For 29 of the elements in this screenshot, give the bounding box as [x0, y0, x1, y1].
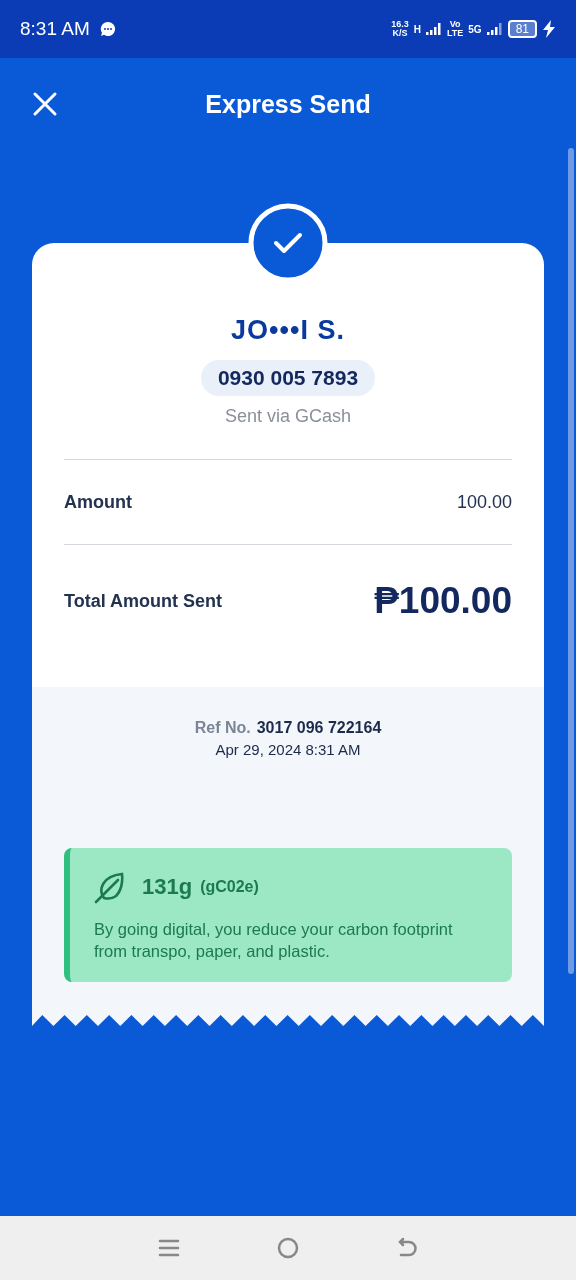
net-speed-unit: K/S — [392, 29, 408, 38]
scrollbar[interactable] — [568, 148, 574, 974]
chat-bubble-icon — [99, 21, 116, 37]
home-icon[interactable] — [276, 1236, 300, 1260]
sent-via-label: Sent via GCash — [224, 406, 352, 427]
carbon-message: By going digital, you reduce your carbon footprint from transpo, paper, and plastic. — [94, 919, 454, 962]
carbon-unit: (gC02e) — [200, 878, 259, 896]
charging-bolt-icon — [542, 20, 556, 38]
ref-number: 3017 096 722164 — [256, 719, 382, 737]
battery-indicator: 81 — [507, 20, 537, 38]
page-title: Express Send — [205, 89, 371, 119]
network-type: H — [413, 23, 421, 35]
transaction-date: Apr 29, 2024 8:31 AM — [215, 741, 361, 758]
amount-value: 100.00 — [456, 491, 512, 513]
signal-icon — [486, 23, 503, 35]
phone-number: 0930 005 7893 — [200, 360, 376, 396]
ref-label: Ref No. — [194, 719, 251, 737]
net-speed: 16.3 — [391, 20, 409, 29]
signal-icon — [425, 23, 442, 35]
total-label: Total Amount Sent — [64, 590, 222, 612]
volte-label: Vo — [449, 20, 461, 29]
lte-label: LTE — [446, 29, 464, 38]
close-icon[interactable] — [32, 91, 58, 117]
carbon-amount: 131g — [142, 874, 193, 900]
recipient-name: JO•••I S. — [231, 315, 345, 346]
amount-label: Amount — [64, 491, 132, 513]
network-type: 5G — [468, 23, 482, 35]
status-time: 8:31 AM — [20, 18, 90, 40]
total-value: ₱100.00 — [374, 580, 512, 622]
